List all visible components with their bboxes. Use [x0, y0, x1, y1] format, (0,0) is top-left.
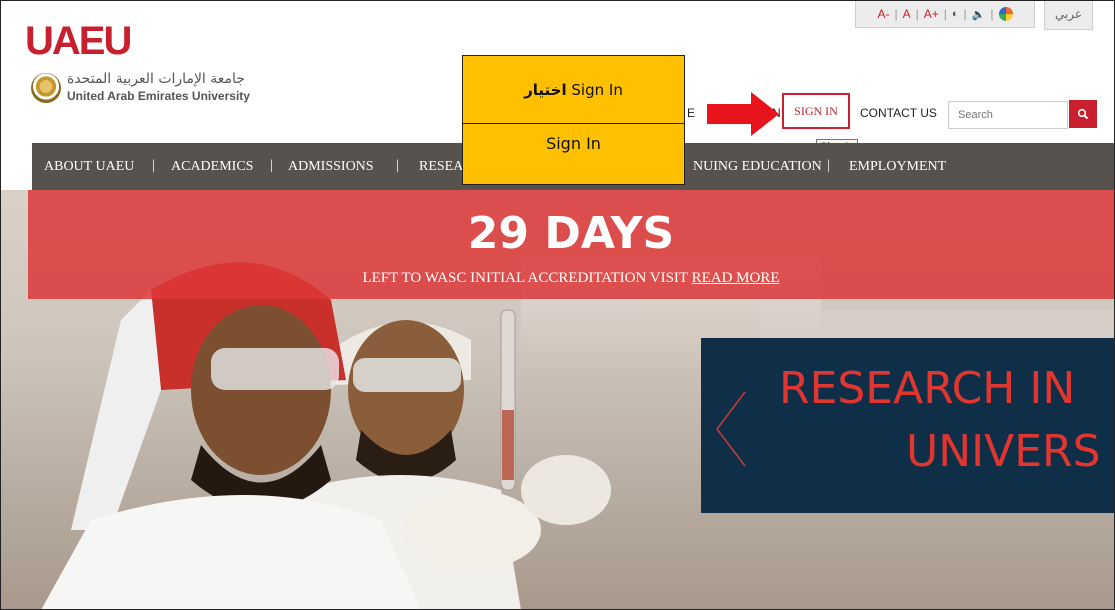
color-wheel-icon[interactable] [998, 7, 1013, 21]
search-input[interactable] [948, 101, 1068, 129]
nav-separator: | [152, 158, 155, 173]
hero-slide-caption: RESEARCH IN UNIVERS [701, 338, 1114, 513]
font-larger-button[interactable]: A+ [924, 7, 939, 21]
separator: | [990, 7, 994, 21]
separator: | [915, 7, 919, 21]
contrast-icon[interactable]: ◐ [952, 8, 959, 20]
nav-separator: | [396, 158, 399, 173]
separator: | [894, 7, 898, 21]
search-icon [1077, 108, 1089, 120]
font-normal-button[interactable]: A [903, 7, 911, 21]
callout-sign-in-text: Sign In [571, 80, 623, 99]
read-more-link[interactable]: READ MORE [692, 270, 780, 286]
university-name-english: United Arab Emirates University [67, 89, 250, 103]
nav-separator: | [270, 158, 273, 173]
separator: | [963, 7, 967, 21]
contact-us-link[interactable]: CONTACT US [860, 106, 937, 120]
chevron-left-icon[interactable] [713, 390, 749, 468]
uaeu-logo[interactable]: UAEU [25, 19, 132, 63]
sign-in-label: SIGN IN [794, 103, 838, 118]
slide-heading-line2: UNIVERS [906, 426, 1101, 477]
university-seal-icon [31, 73, 61, 103]
countdown-days: 29 DAYS [467, 208, 675, 259]
accessibility-toolbar: A- | A | A+ | ◐ | 🔈 | [855, 1, 1035, 28]
nav-item-continuing-education[interactable]: NUING EDUCATION [693, 159, 822, 175]
sign-in-link[interactable]: SIGN IN [782, 93, 850, 129]
separator: | [943, 7, 947, 21]
nav-item-research[interactable]: RESEA [419, 159, 463, 175]
nav-item-academics[interactable]: ACADEMICS [171, 159, 253, 175]
speaker-icon[interactable]: 🔈 [972, 8, 986, 21]
countdown-message: LEFT TO WASC INITIAL ACCREDITATION VISIT… [28, 270, 1114, 287]
font-smaller-button[interactable]: A- [877, 7, 889, 21]
accreditation-countdown-banner: 29 DAYS LEFT TO WASC INITIAL ACCREDITATI… [28, 190, 1114, 299]
nav-item-admissions[interactable]: ADMISSIONS [288, 159, 374, 175]
nav-item-employment[interactable]: EMPLOYMENT [849, 159, 946, 175]
annotation-arrow-icon [707, 92, 779, 136]
top-link-partial-e[interactable]: E [687, 106, 695, 120]
browser-viewport: UAEU جامعة الإمارات العربية المتحدة Unit… [0, 0, 1115, 610]
callout-label: Sign In [546, 134, 601, 153]
hero-banner: 29 DAYS LEFT TO WASC INITIAL ACCREDITATI… [1, 190, 1114, 609]
callout-arabic-word: اختيار [524, 80, 567, 99]
instruction-callout: اختيار Sign In Sign In [462, 55, 685, 185]
nav-item-about-uaeu[interactable]: ABOUT UAEU [44, 159, 134, 175]
callout-instruction: اختيار Sign In [463, 56, 684, 124]
university-name-arabic: جامعة الإمارات العربية المتحدة [67, 71, 245, 87]
search-button[interactable] [1069, 100, 1097, 128]
nav-separator: | [827, 158, 830, 173]
countdown-text: LEFT TO WASC INITIAL ACCREDITATION VISIT [362, 270, 688, 286]
slide-heading-line1: RESEARCH IN [779, 363, 1076, 414]
language-toggle-button[interactable]: عربي [1044, 1, 1093, 30]
logo-text: UAEU [25, 19, 132, 63]
